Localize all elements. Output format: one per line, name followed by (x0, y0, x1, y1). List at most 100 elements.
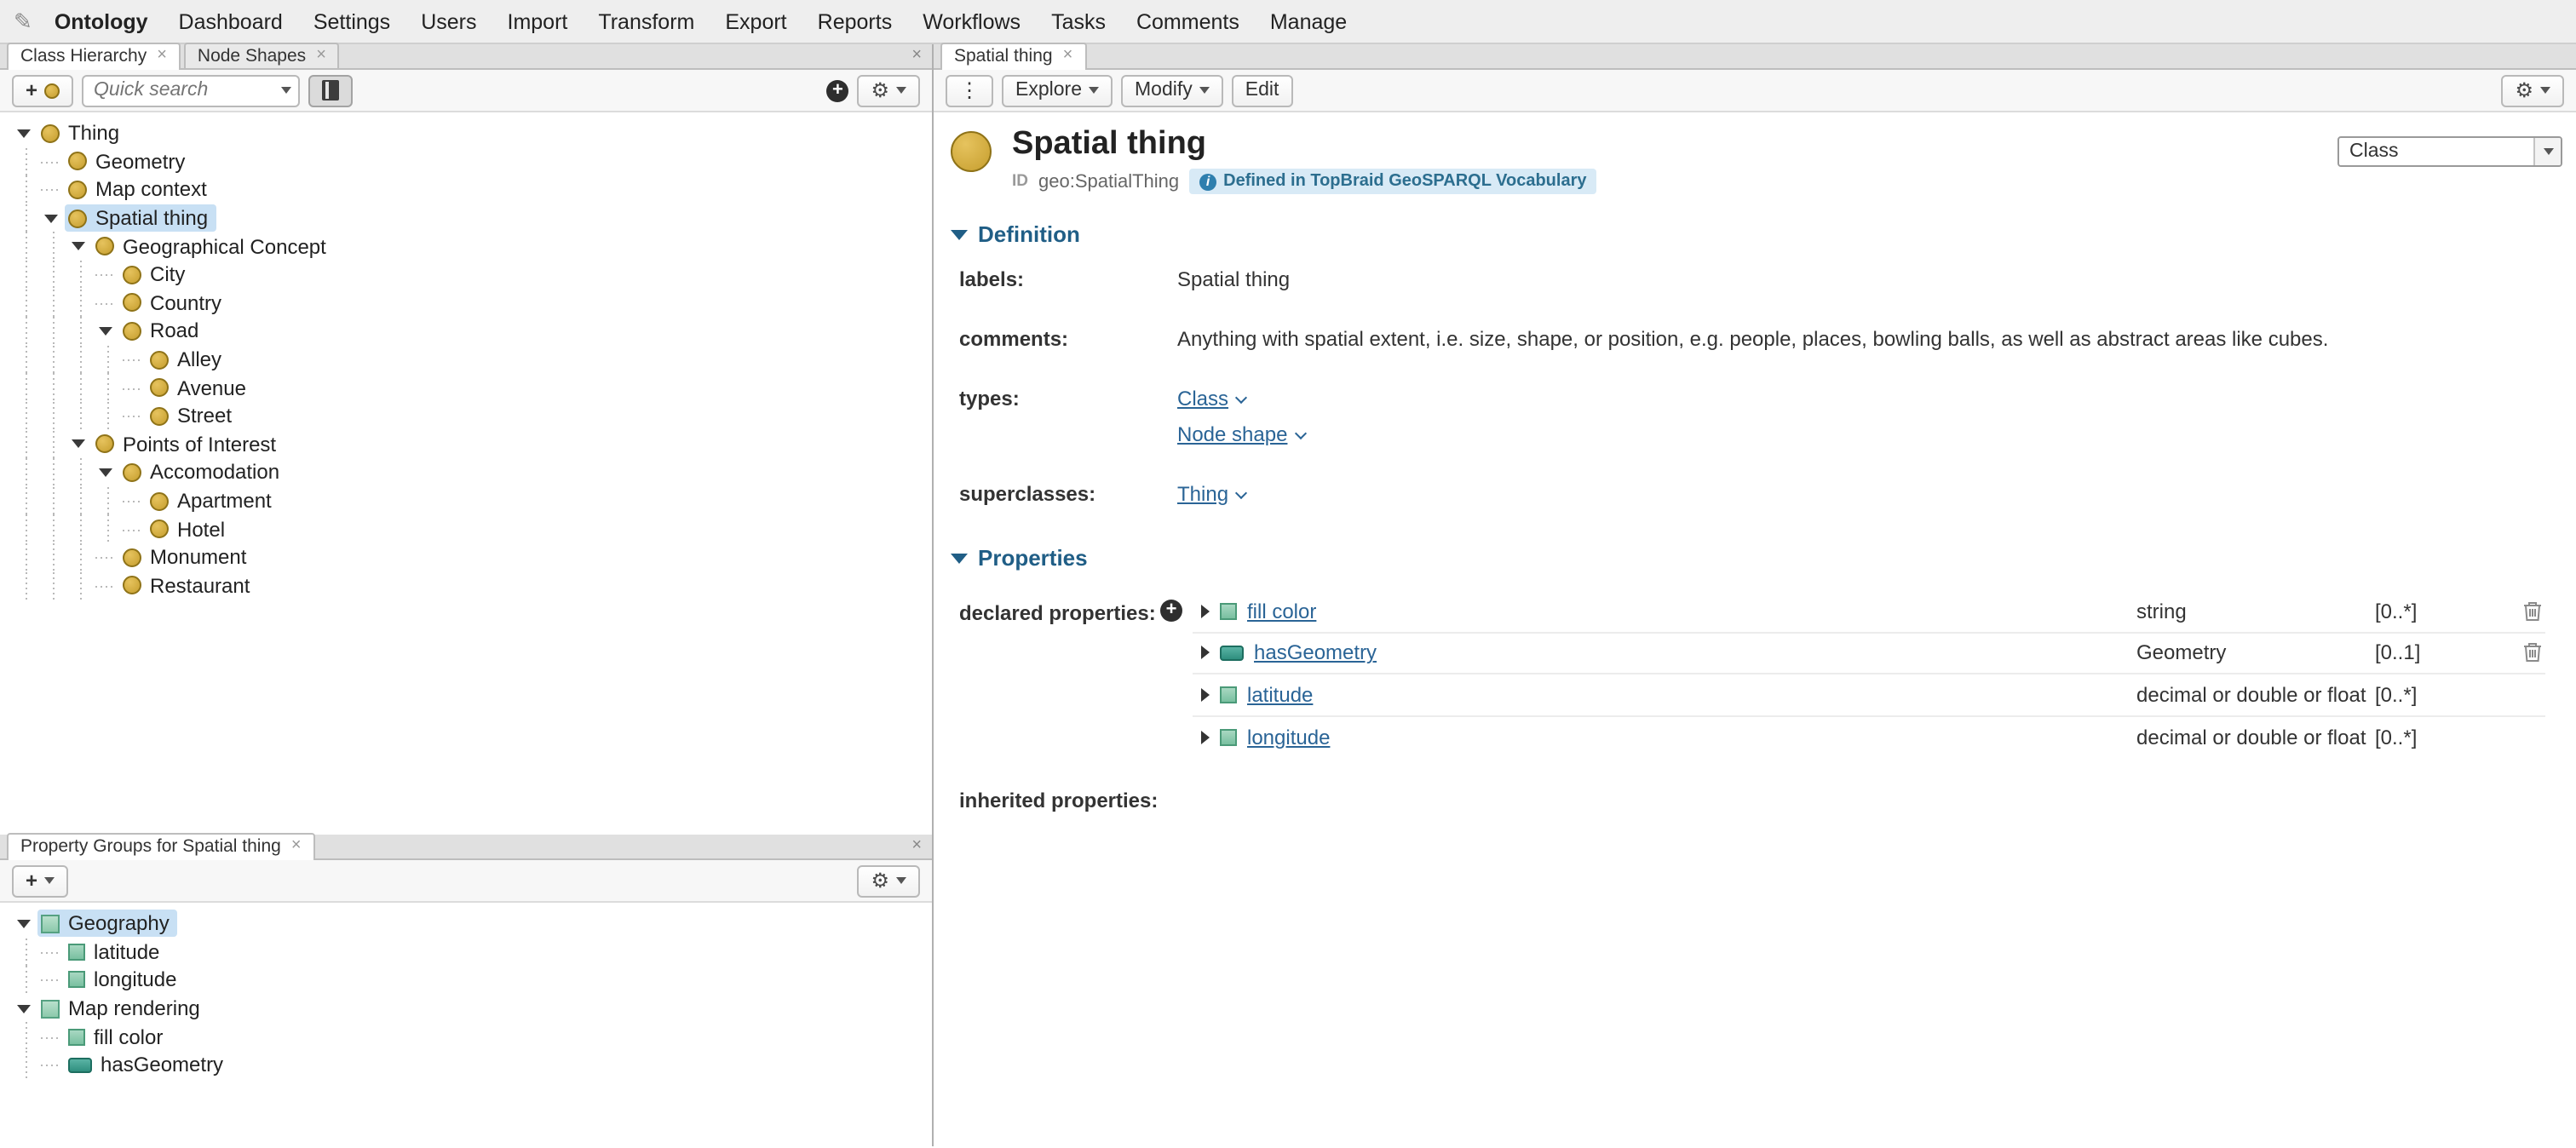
tree-node[interactable]: Country (119, 290, 230, 317)
menu-item-settings[interactable]: Settings (298, 9, 405, 33)
chevron-down-icon[interactable] (1294, 428, 1306, 439)
menu-item-tasks[interactable]: Tasks (1036, 9, 1121, 33)
panel-settings-button[interactable]: ⚙ (2501, 74, 2564, 106)
tab-property-groups[interactable]: Property Groups for Spatial thing × (7, 833, 315, 858)
tree-node[interactable]: Geography (37, 910, 178, 938)
tree-item-latitude[interactable]: latitude (0, 938, 932, 966)
tree-item-restaurant[interactable]: Restaurant (0, 571, 932, 600)
tree-node[interactable]: City (119, 261, 193, 289)
tree-node[interactable]: Road (119, 318, 207, 345)
tree-node[interactable]: Apartment (147, 487, 280, 514)
chevron-down-icon[interactable] (273, 76, 298, 105)
property-link-latitude[interactable]: latitude (1247, 683, 2136, 707)
explore-button[interactable]: Explore (1002, 74, 1113, 106)
collapse-icon[interactable] (95, 458, 119, 486)
expand-icon[interactable] (1201, 731, 1210, 744)
tree-item-spatial-thing[interactable]: Spatial thing (0, 204, 932, 232)
menu-item-import[interactable]: Import (492, 9, 584, 33)
tree-node[interactable]: Monument (119, 543, 255, 571)
tab-node-shapes[interactable]: Node Shapes× (184, 43, 340, 68)
tree-node[interactable]: Restaurant (119, 572, 258, 600)
value-link-thing[interactable]: Thing (1177, 482, 1228, 506)
collapse-icon[interactable] (951, 230, 968, 240)
add-class-button[interactable]: + (12, 74, 73, 106)
form-selector[interactable]: Class (2337, 136, 2562, 167)
modify-button[interactable]: Modify (1121, 74, 1223, 106)
tab-close-icon[interactable]: × (157, 48, 167, 65)
tree-item-apartment[interactable]: Apartment (0, 486, 932, 514)
diagram-button[interactable] (308, 74, 353, 106)
tree-item-map-rendering[interactable]: Map rendering (0, 995, 932, 1023)
add-property-button[interactable]: + (1160, 600, 1182, 622)
collapse-icon[interactable] (41, 204, 65, 232)
expand-icon[interactable] (1201, 605, 1210, 618)
collapse-icon[interactable] (68, 430, 92, 458)
collapse-icon[interactable] (14, 119, 37, 147)
tree-item-geographical-concept[interactable]: Geographical Concept (0, 232, 932, 261)
tree-item-country[interactable]: Country (0, 289, 932, 317)
tree-item-monument[interactable]: Monument (0, 543, 932, 571)
kebab-menu-button[interactable]: ⋮ (946, 74, 993, 106)
tree-item-hotel[interactable]: Hotel (0, 515, 932, 543)
tree-node[interactable]: fill color (65, 1023, 171, 1050)
tree-node[interactable]: Accomodation (119, 459, 288, 486)
tree-node[interactable]: Geographical Concept (92, 232, 335, 260)
tree-node[interactable]: Street (147, 402, 240, 429)
tree-item-accomodation[interactable]: Accomodation (0, 458, 932, 486)
value-link-class[interactable]: Class (1177, 387, 1228, 410)
edit-button[interactable]: Edit (1232, 74, 1293, 106)
tree-item-city[interactable]: City (0, 261, 932, 289)
chevron-down-icon[interactable] (2533, 138, 2561, 165)
tree-item-street[interactable]: Street (0, 402, 932, 430)
properties-section-header[interactable]: Properties (951, 545, 2559, 571)
tree-node[interactable]: Map context (65, 176, 216, 204)
delete-icon[interactable] (2498, 601, 2542, 622)
tree-item-geography[interactable]: Geography (0, 910, 932, 938)
tree-item-longitude[interactable]: longitude (0, 966, 932, 994)
value-link-node-shape[interactable]: Node shape (1177, 422, 1287, 446)
property-link-longitude[interactable]: longitude (1247, 726, 2136, 749)
menu-item-workflows[interactable]: Workflows (907, 9, 1036, 33)
tree-node[interactable]: Alley (147, 346, 230, 373)
collapse-icon[interactable] (14, 995, 37, 1023)
menu-item-manage[interactable]: Manage (1255, 9, 1362, 33)
tree-node[interactable]: latitude (65, 938, 168, 966)
tree-item-thing[interactable]: Thing (0, 119, 932, 147)
tree-item-road[interactable]: Road (0, 317, 932, 345)
collapse-icon[interactable] (951, 554, 968, 564)
tree-item-avenue[interactable]: Avenue (0, 374, 932, 402)
menu-item-comments[interactable]: Comments (1121, 9, 1255, 33)
add-button[interactable]: + (826, 79, 848, 101)
menu-item-export[interactable]: Export (710, 9, 802, 33)
panel-close-icon[interactable]: × (911, 838, 922, 855)
tree-item-geometry[interactable]: Geometry (0, 147, 932, 175)
collapse-icon[interactable] (14, 910, 37, 938)
tree-item-points-of-interest[interactable]: Points of Interest (0, 430, 932, 458)
collapse-icon[interactable] (68, 232, 92, 261)
panel-settings-button[interactable]: ⚙ (857, 864, 920, 897)
panel-close-icon[interactable]: × (911, 48, 922, 65)
tree-node[interactable]: Map rendering (37, 995, 209, 1022)
tree-node[interactable]: Hotel (147, 515, 233, 542)
tree-node[interactable]: longitude (65, 967, 185, 994)
panel-settings-button[interactable]: ⚙ (857, 74, 920, 106)
menu-item-users[interactable]: Users (405, 9, 492, 33)
tree-item-alley[interactable]: Alley (0, 346, 932, 374)
menu-item-transform[interactable]: Transform (583, 9, 710, 33)
tree-item-hasgeometry[interactable]: hasGeometry (0, 1051, 932, 1079)
tab-spatial-thing[interactable]: Spatial thing × (940, 43, 1086, 68)
menu-item-dashboard[interactable]: Dashboard (164, 9, 298, 33)
tree-node[interactable]: Thing (37, 120, 128, 147)
menu-item-reports[interactable]: Reports (802, 9, 908, 33)
tab-close-icon[interactable]: × (1063, 48, 1073, 65)
search-input[interactable] (83, 80, 273, 100)
definition-section-header[interactable]: Definition (951, 221, 2559, 247)
tree-node[interactable]: Geometry (65, 148, 193, 175)
delete-icon[interactable] (2498, 643, 2542, 663)
quick-search[interactable] (82, 74, 300, 106)
tree-item-map-context[interactable]: Map context (0, 175, 932, 204)
property-link-hasgeometry[interactable]: hasGeometry (1254, 641, 2136, 665)
expand-icon[interactable] (1201, 688, 1210, 702)
collapse-icon[interactable] (95, 317, 119, 345)
tree-node[interactable]: Spatial thing (65, 204, 216, 232)
